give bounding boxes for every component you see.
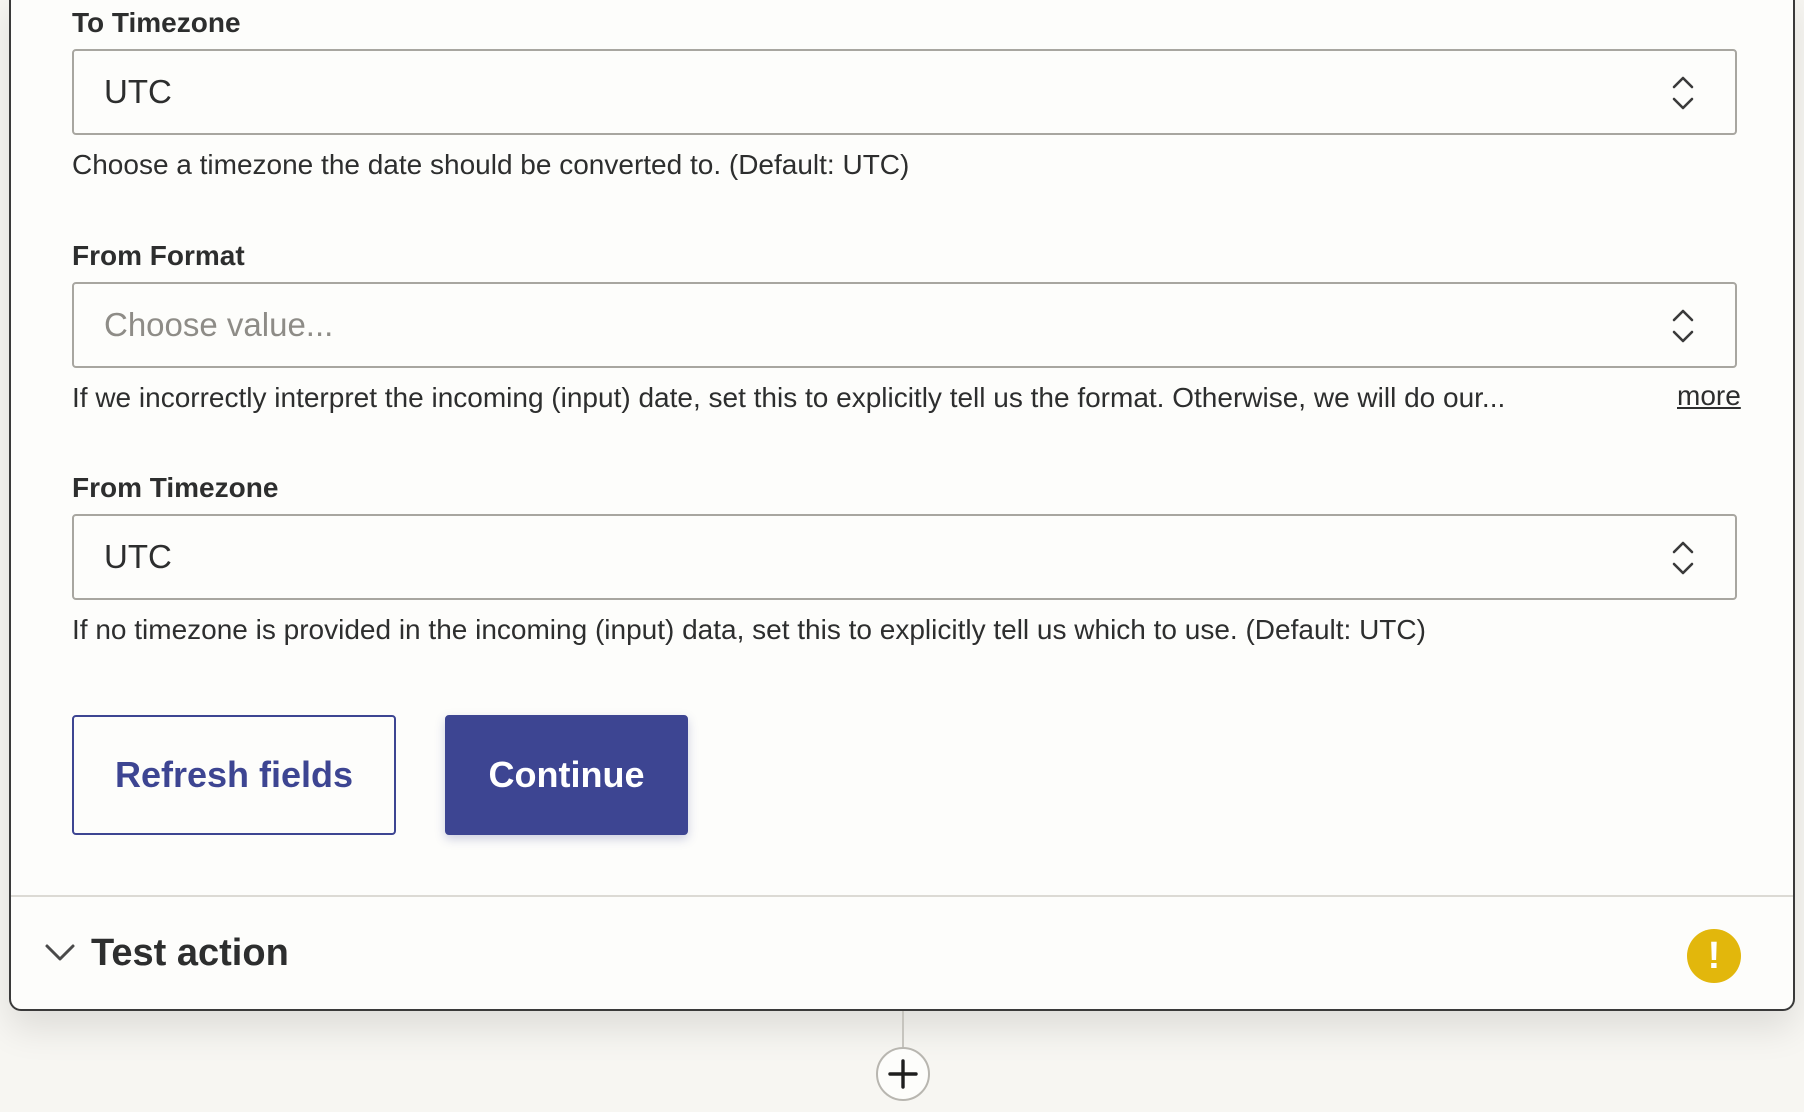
from-timezone-select[interactable]: UTC <box>72 514 1737 600</box>
to-timezone-select[interactable]: UTC <box>72 49 1737 135</box>
more-link[interactable]: more <box>1677 379 1741 413</box>
to-timezone-label: To Timezone <box>72 7 241 38</box>
to-timezone-help: Choose a timezone the date should be con… <box>72 149 910 180</box>
from-format-label: From Format <box>72 240 245 271</box>
from-format-help: If we incorrectly interpret the incoming… <box>72 382 1506 413</box>
action-config-card: To Timezone UTC Choose a timezone the da… <box>9 0 1795 1011</box>
chevron-up-down-icon <box>1672 541 1694 575</box>
refresh-fields-button[interactable]: Refresh fields <box>72 715 396 835</box>
add-step-button[interactable] <box>876 1047 930 1101</box>
chevron-up-down-icon <box>1672 76 1694 110</box>
warning-icon: ! <box>1687 929 1741 983</box>
section-divider <box>11 895 1793 897</box>
from-timezone-help: If no timezone is provided in the incomi… <box>72 614 1426 645</box>
test-action-title: Test action <box>91 932 289 974</box>
step-connector-line <box>902 1011 904 1047</box>
from-timezone-label: From Timezone <box>72 472 279 503</box>
from-format-select[interactable]: Choose value... <box>72 282 1737 368</box>
from-format-placeholder: Choose value... <box>104 306 334 343</box>
chevron-up-down-icon <box>1672 309 1694 343</box>
test-action-section-header[interactable]: Test action ! <box>11 898 1793 1008</box>
from-timezone-value: UTC <box>104 538 172 575</box>
plus-icon <box>888 1059 918 1089</box>
continue-button[interactable]: Continue <box>445 715 688 835</box>
to-timezone-value: UTC <box>104 73 172 110</box>
chevron-down-icon <box>45 944 75 961</box>
